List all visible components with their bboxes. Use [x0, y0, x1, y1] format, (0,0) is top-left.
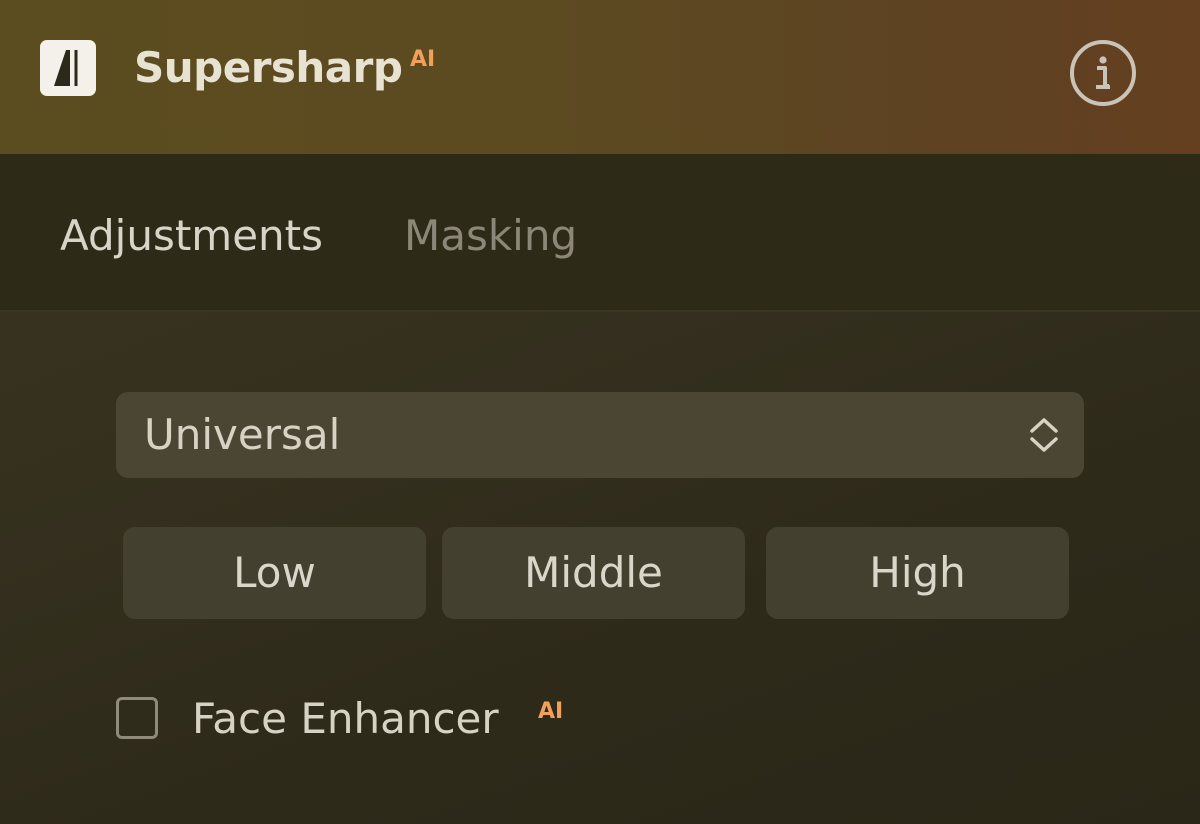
app-title: Supersharp	[134, 43, 403, 92]
chevron-up-down-icon	[1030, 418, 1058, 452]
tab-adjustments[interactable]: Adjustments	[60, 206, 323, 266]
tab-bar: Adjustments Masking	[0, 154, 1200, 312]
supersharp-panel: Supersharp AI Adjustments Masking Univer…	[0, 0, 1200, 824]
model-select-value: Universal	[144, 410, 341, 459]
strength-low-button[interactable]: Low	[123, 527, 426, 619]
face-enhancer-checkbox[interactable]	[116, 697, 158, 739]
model-select[interactable]: Universal	[116, 392, 1084, 478]
panel-header: Supersharp AI	[0, 0, 1200, 154]
strength-high-button[interactable]: High	[766, 527, 1069, 619]
strength-middle-button[interactable]: Middle	[442, 527, 745, 619]
face-enhancer-label[interactable]: Face Enhancer	[192, 690, 499, 748]
info-icon[interactable]	[1068, 38, 1138, 108]
ai-badge: AI	[410, 47, 436, 72]
app-logo-icon	[40, 40, 96, 96]
tab-masking[interactable]: Masking	[404, 206, 577, 266]
face-enhancer-ai-badge: AI	[538, 699, 564, 724]
